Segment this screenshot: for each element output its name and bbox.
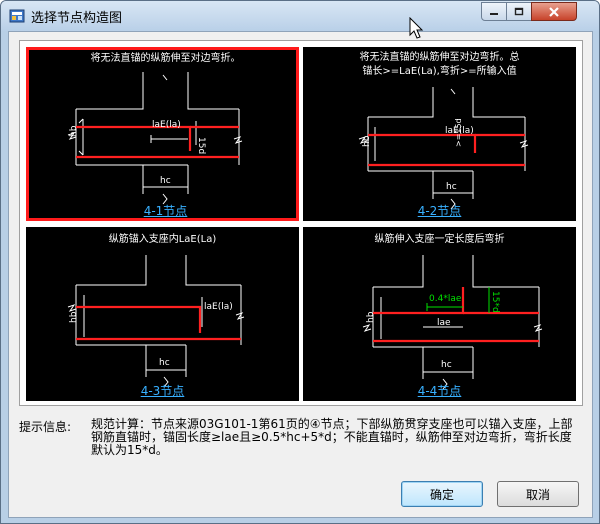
minimize-icon [490,12,498,15]
hb-label: hb [362,135,372,147]
node-drawing-4-1: laE(la) 15d hb hc [67,72,243,205]
panel-title-4-2-line1: 将无法直锚的纵筋伸至对边弯折。总 [359,52,520,63]
cancel-button[interactable]: 取消 [497,481,579,507]
hb-label: hb [366,311,376,323]
window-title: 选择节点构造图 [31,11,123,26]
maximize-button[interactable] [506,2,532,21]
node-panel-4-1[interactable]: laE(la) 15d hb hc 将无法直锚的纵筋伸至对边弯折。 4-1节点 [26,47,299,221]
app-icon [9,9,25,23]
node-drawing-4-3: laE(la) hb hc [67,255,245,388]
node-panel-4-4[interactable]: 0.4*lae 15*d lae hb hc 纵筋伸入支座一定长度后弯折 4-4… [303,227,576,401]
d15-label: 15d [196,137,206,154]
panel-title-4-4: 纵筋伸入支座一定长度后弯折 [374,234,505,245]
minimize-button[interactable] [481,2,507,21]
title-bar[interactable]: 选择节点构造图 [1,1,599,31]
node-drawing-4-4: 0.4*lae 15*d lae hb hc [362,255,543,390]
hint-label: 提示信息: [19,420,72,434]
dialog-window: 选择节点构造图 laE(la) 15d hb hc 将无法直锚的纵筋伸至对边弯折… [0,0,600,524]
hint-text: 规范计算：节点来源03G101-1第61页的④节点；下部纵筋贯穿支座也可以锚入支… [91,417,573,457]
hc-label: hc [441,360,452,370]
node-link-4-4[interactable]: 4-4节点 [303,382,576,399]
close-button[interactable] [531,2,577,21]
hb-label: hb [69,125,79,137]
mouse-cursor-icon [409,17,424,39]
node-link-4-2[interactable]: 4-2节点 [303,202,576,219]
maximize-icon [514,7,524,15]
d15-label: >=15d [454,118,463,147]
ok-button[interactable]: 确定 [401,481,483,507]
panel-title-4-2-line2: 锚长>=LaE(La),弯折>=所输入值 [362,66,517,77]
d15-label: 15*d [490,291,500,313]
lae-label: laE(la) [204,302,233,312]
hc-label: hc [159,358,170,368]
node-panel-grid: laE(la) 15d hb hc 将无法直锚的纵筋伸至对边弯折。 4-1节点 [19,40,583,406]
d04-label: 0.4*lae [429,294,462,304]
node-panel-4-3[interactable]: laE(la) hb hc 纵筋锚入支座内LaE(La) 4-3节点 [26,227,299,401]
panel-title-4-1: 将无法直锚的纵筋伸至对边弯折。 [90,53,241,64]
hc-label: hc [160,176,171,186]
node-link-4-1[interactable]: 4-1节点 [29,202,302,219]
hc-label: hc [446,182,457,192]
lae-label: laE(la) [152,120,181,130]
lae-label: lae [437,318,451,328]
hb-label: hb [69,311,79,323]
close-icon [549,6,559,17]
node-link-4-3[interactable]: 4-3节点 [26,382,299,399]
dialog-body: laE(la) 15d hb hc 将无法直锚的纵筋伸至对边弯折。 4-1节点 [8,31,593,518]
node-panel-4-2[interactable]: laE(la) >=15d hb hc 将无法直锚的纵筋伸至对边弯折。总 锚长>… [303,47,576,221]
panel-title-4-3: 纵筋锚入支座内LaE(La) [108,234,217,245]
